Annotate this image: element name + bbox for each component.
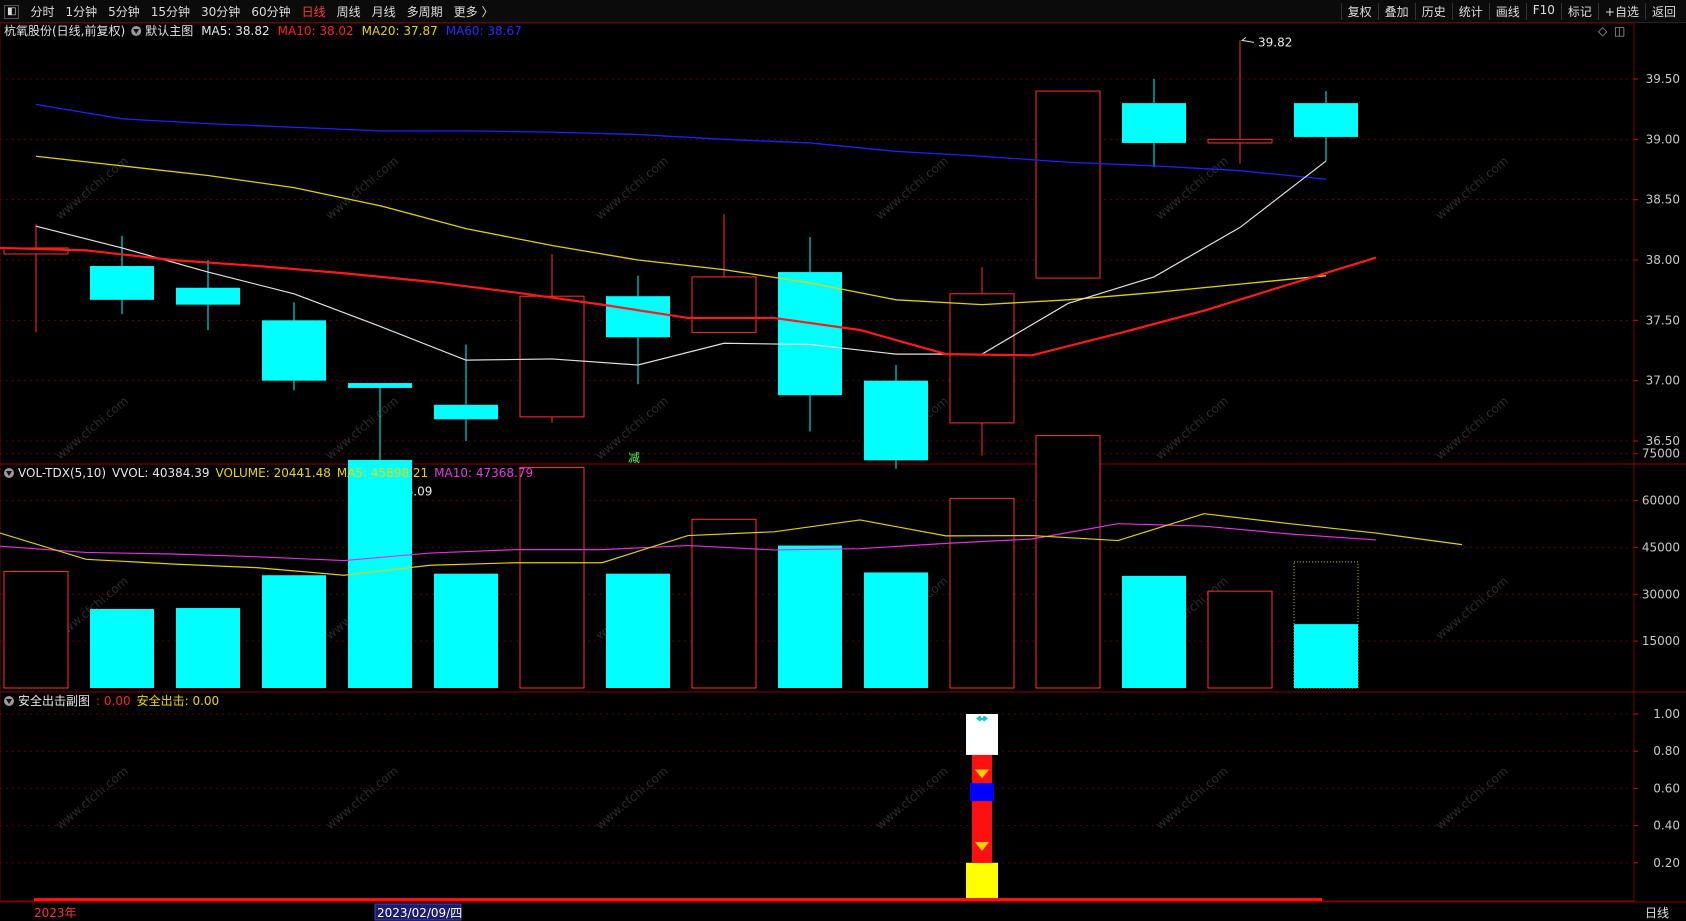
diamond-toggle-icon: ◇ [1598, 24, 1608, 38]
price-tick-label: 37.00 [1646, 374, 1680, 388]
candle-down[interactable] [90, 266, 154, 300]
high-arrow [1240, 36, 1255, 43]
watermark: www.cfchi.com [873, 764, 951, 833]
volume-bar[interactable] [262, 575, 326, 688]
price-tick-label: 37.50 [1646, 313, 1680, 327]
watermark: www.cfchi.com [1153, 154, 1231, 223]
candle-down[interactable] [262, 320, 326, 381]
price-tick-label: 38.50 [1646, 193, 1680, 207]
watermark: www.cfchi.com [1153, 394, 1231, 463]
volume-bar[interactable] [1122, 575, 1186, 688]
stock-chart[interactable]: 39.5039.0038.5038.0037.5037.0036.5075000… [0, 0, 1686, 921]
volume-bar[interactable] [434, 573, 498, 688]
watermark: www.cfchi.com [53, 154, 131, 223]
signal-tick-label: 1.00 [1653, 707, 1680, 721]
ma-legend-0: MA5: 38.82 [201, 24, 269, 38]
watermark: www.cfchi.com [1433, 764, 1511, 833]
year-label: 2023年 [34, 906, 77, 920]
volume-bar[interactable] [864, 572, 928, 688]
watermark: www.cfchi.com [1433, 154, 1511, 223]
volume-tick-label: 60000 [1642, 494, 1680, 508]
candle-up[interactable] [691, 276, 757, 333]
volume-bar[interactable] [1294, 624, 1358, 688]
volume-bar[interactable] [519, 466, 585, 689]
signal-tick-label: 0.40 [1653, 819, 1680, 833]
volume-bar[interactable] [606, 573, 670, 688]
ma-legend-2: MA20: 37.87 [362, 24, 438, 38]
candle-down[interactable] [176, 287, 240, 305]
volume-legend-1: VVOL: 40384.39 [112, 466, 209, 480]
volume-bar[interactable] [1207, 590, 1273, 689]
price-tick-label: 39.50 [1646, 72, 1680, 86]
ma-legend-1: MA10: 38.02 [278, 24, 354, 38]
high-label: 39.82 [1258, 35, 1292, 49]
volume-bar[interactable] [778, 545, 842, 688]
candle-down[interactable] [434, 404, 498, 420]
volume-tick-label: 45000 [1642, 540, 1680, 554]
signal-legend-2: 安全出击: 0.00 [137, 693, 220, 708]
stock-title: 杭氧股份(日线,前复权) [4, 23, 125, 38]
watermark: www.cfchi.com [873, 154, 951, 223]
candle-down[interactable] [606, 296, 670, 338]
watermark: www.cfchi.com [323, 764, 401, 833]
volume-bar[interactable] [1035, 435, 1101, 689]
watermark: www.cfchi.com [53, 764, 131, 833]
reduce-marker: 减 [628, 451, 640, 465]
watermark: www.cfchi.com [1433, 394, 1511, 463]
candle-up[interactable] [949, 293, 1015, 424]
signal-tick-label: 0.60 [1653, 781, 1680, 795]
watermark: www.cfchi.com [593, 154, 671, 223]
watermark: www.cfchi.com [593, 764, 671, 833]
panel-icon: ◫ [1614, 24, 1625, 38]
candle-down[interactable] [348, 383, 412, 388]
candle-down[interactable] [1122, 103, 1186, 143]
candle-up[interactable] [1035, 90, 1101, 279]
indicator-name: 默认主图 [145, 23, 193, 38]
ma-legend-3: MA60: 38.67 [446, 24, 522, 38]
signal-blue-block [970, 783, 994, 802]
volume-legend-3: MA5: 45898.21 [337, 466, 428, 480]
volume-bar[interactable] [90, 608, 154, 688]
volume-tick-label: 75000 [1642, 447, 1680, 461]
volume-bar[interactable] [691, 518, 757, 689]
volume-bar[interactable] [3, 570, 69, 689]
candle-down[interactable] [1294, 103, 1358, 137]
signal-tick-label: 0.80 [1653, 744, 1680, 758]
volume-tick-label: 15000 [1642, 634, 1680, 648]
candle-up[interactable] [519, 295, 585, 418]
watermark: www.cfchi.com [1153, 764, 1231, 833]
volume-legend-2: VOLUME: 20441.48 [215, 466, 330, 480]
price-tick-label: 38.00 [1646, 253, 1680, 267]
period-label: 日线 [1645, 906, 1669, 920]
candle-down[interactable] [778, 272, 842, 396]
volume-bar[interactable] [176, 608, 240, 688]
signal-segment[interactable] [966, 714, 998, 755]
price-tick-label: 39.00 [1646, 132, 1680, 146]
watermark: www.cfchi.com [323, 154, 401, 223]
volume-ma10-line [0, 523, 1377, 562]
watermark: www.cfchi.com [323, 394, 401, 463]
candle-down[interactable] [864, 380, 928, 461]
volume-legend-4: MA10: 47368.79 [434, 466, 533, 480]
signal-legend-0: 安全出击副图 [18, 693, 90, 708]
signal-legend-1: : 0.00 [96, 694, 131, 708]
signal-segment[interactable] [966, 862, 998, 900]
signal-tick-label: 0.20 [1653, 856, 1680, 870]
cursor-date: 2023/02/09/四 [377, 906, 462, 920]
volume-tick-label: 30000 [1642, 587, 1680, 601]
volume-bar[interactable] [949, 497, 1015, 689]
volume-legend-0: VOL-TDX(5,10) [18, 466, 106, 480]
watermark: www.cfchi.com [53, 394, 131, 463]
watermark: www.cfchi.com [1433, 574, 1511, 643]
plot-frame [0, 22, 1635, 902]
candle-up[interactable] [1207, 138, 1273, 144]
ma20-line [35, 155, 1327, 306]
